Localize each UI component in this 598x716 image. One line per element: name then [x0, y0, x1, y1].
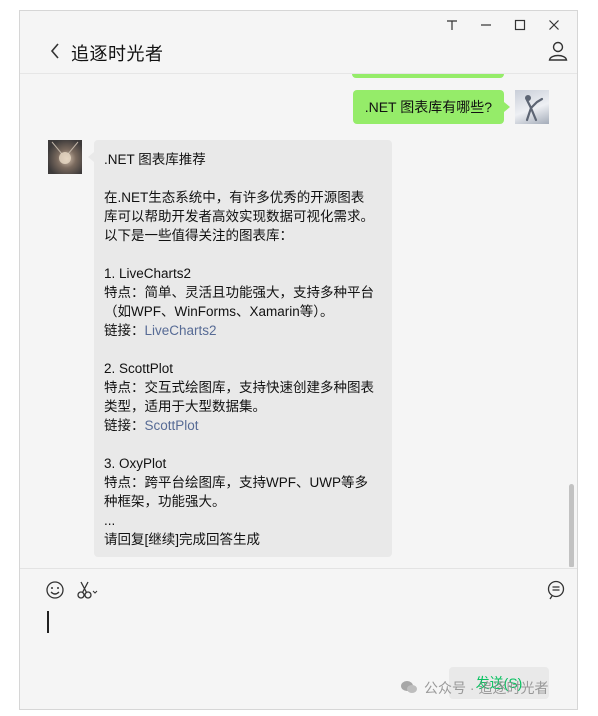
list-item-title: 2. ScottPlot — [104, 361, 174, 376]
wechat-icon — [400, 679, 418, 698]
chat-header: 追逐时光者 — [20, 31, 577, 73]
message-text: 种框架，功能强大。 — [104, 494, 226, 509]
chat-history-icon[interactable] — [545, 579, 567, 601]
ellipsis-text: ... — [104, 513, 116, 528]
message-text: （如WPF、WinForms、Xamarin等）。 — [104, 304, 334, 319]
user-avatar[interactable] — [515, 90, 549, 124]
scottplot-link[interactable]: ScottPlot — [145, 418, 199, 433]
message-heading: .NET 图表库推荐 — [104, 152, 206, 167]
user-message-bubble[interactable]: .NET 图表库有哪些? — [352, 90, 511, 124]
continue-hint: 请回复[继续]完成回答生成 — [104, 532, 261, 547]
message-text: 特点：简单、灵活且功能强大，支持多种平台 — [104, 285, 374, 300]
list-item-title: 3. OxyPlot — [104, 456, 167, 471]
chat-title: 追逐时光者 — [71, 44, 164, 64]
chat-messages: .NET 图表库有哪些? .NET 图表库推荐 在.NET生态系统中，有许多优秀… — [20, 74, 577, 567]
message-text: 类型，适用于大型数据集。 — [104, 399, 266, 414]
message-text: 特点：交互式绘图库，支持快速创建多种图表 — [104, 380, 374, 395]
previous-message-bubble[interactable] — [352, 74, 504, 78]
list-item-title: 1. LiveCharts2 — [104, 266, 192, 281]
message-text: 以下是一些值得关注的图表库： — [104, 228, 293, 243]
message-text: 特点：跨平台绘图库，支持WPF、UWP等多 — [104, 475, 368, 490]
back-arrow-icon[interactable] — [50, 41, 64, 61]
link-line: 链接：LiveCharts2 — [104, 321, 382, 340]
link-prefix: 链接： — [104, 418, 145, 433]
scissors-icon[interactable] — [76, 579, 98, 601]
watermark: 公众号 · 追逐时光者 — [400, 678, 548, 698]
emoji-icon[interactable] — [44, 579, 66, 601]
text-cursor[interactable] — [47, 611, 49, 633]
watermark-text: 公众号 · 追逐时光者 — [424, 680, 549, 696]
chat-scrollbar[interactable] — [569, 484, 574, 567]
bot-avatar[interactable] — [48, 140, 82, 174]
bot-message-bubble[interactable]: .NET 图表库推荐 在.NET生态系统中，有许多优秀的开源图表 库可以帮助开发… — [88, 140, 392, 557]
link-line: 链接：ScottPlot — [104, 416, 382, 435]
message-text: 库可以帮助开发者高效实现数据可视化需求。 — [104, 209, 374, 224]
person-icon[interactable] — [547, 40, 569, 62]
message-text: 在.NET生态系统中，有许多优秀的开源图表 — [104, 190, 365, 205]
link-prefix: 链接： — [104, 323, 145, 338]
chat-window: 追逐时光者 .NET 图表库有哪些? .NET 图表库推荐 在.NET生态系统中… — [19, 10, 578, 710]
livecharts2-link[interactable]: LiveCharts2 — [145, 323, 217, 338]
